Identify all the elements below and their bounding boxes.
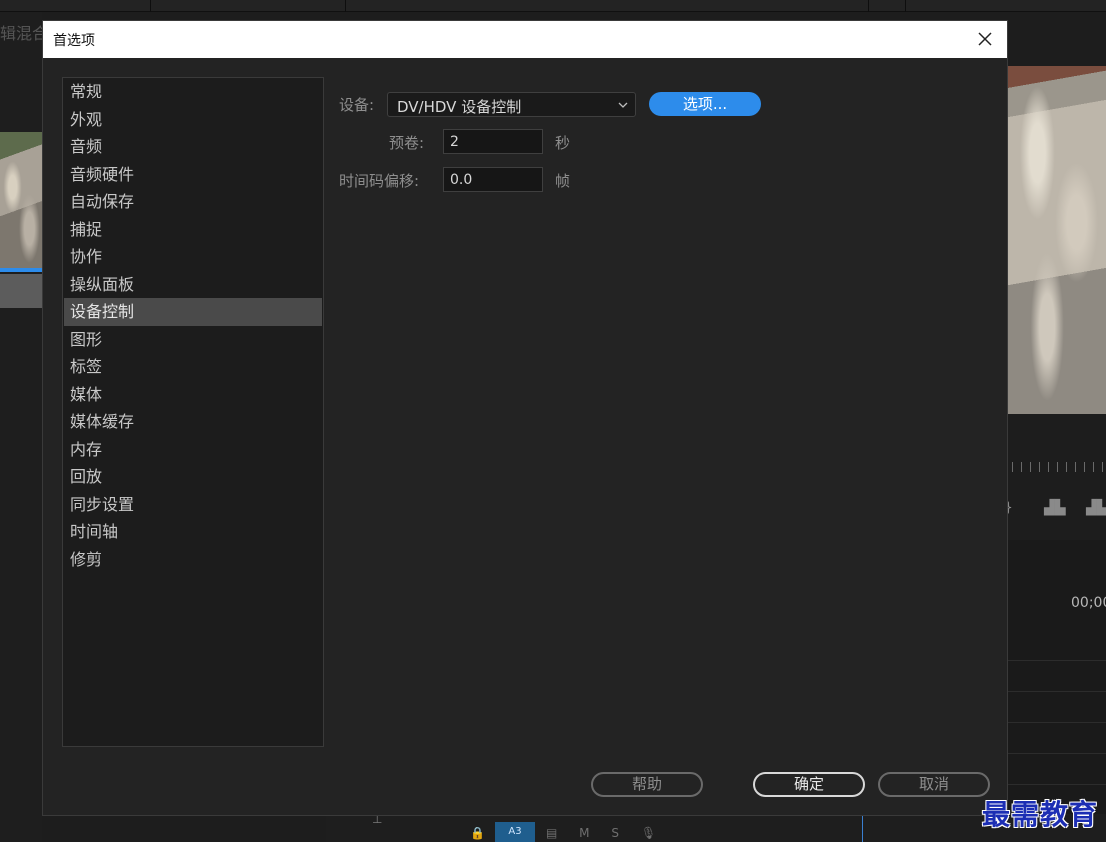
- chevron-down-icon: [618, 102, 628, 108]
- device-label: 设备:: [339, 96, 375, 114]
- dialog-title: 首选项: [53, 33, 95, 49]
- lift-icon[interactable]: ▟▙: [1044, 500, 1066, 518]
- category-memory[interactable]: 内存: [64, 436, 322, 464]
- category-timeline[interactable]: 时间轴: [64, 518, 322, 546]
- top-bar-divider: [150, 0, 151, 12]
- category-list: 常规 外观 音频 音频硬件 自动保存 捕捉 协作 操纵面板 设备控制 图形 标签…: [62, 77, 324, 747]
- category-general[interactable]: 常规: [64, 78, 322, 106]
- background-clip-thumbnail[interactable]: [0, 132, 42, 270]
- lock-icon[interactable]: 🔒: [470, 826, 485, 840]
- track-header-icons-right: ▤ M S 🎙: [546, 826, 674, 840]
- app-top-bar: [0, 0, 1106, 12]
- preroll-unit: 秒: [555, 134, 571, 152]
- track-settings-icon[interactable]: ▤: [546, 826, 557, 840]
- solo-track-button[interactable]: S: [611, 826, 619, 840]
- category-capture[interactable]: 捕捉: [64, 216, 322, 244]
- category-auto-save[interactable]: 自动保存: [64, 188, 322, 216]
- preroll-input[interactable]: [443, 129, 543, 154]
- category-device-control[interactable]: 设备控制: [64, 298, 322, 326]
- close-icon: [978, 32, 992, 46]
- program-monitor-controls: } ▟▙ ▟▙: [1004, 500, 1106, 520]
- track-a3-toggle[interactable]: A3: [495, 822, 535, 842]
- device-options-button[interactable]: 选项...: [649, 92, 761, 116]
- category-graphics[interactable]: 图形: [64, 326, 322, 354]
- category-playback[interactable]: 回放: [64, 463, 322, 491]
- watermark-text: 最需教育: [982, 798, 1099, 831]
- category-audio-hardware[interactable]: 音频硬件: [64, 161, 322, 189]
- program-monitor-ruler[interactable]: [1012, 462, 1106, 472]
- timecode-offset-input[interactable]: [443, 167, 543, 192]
- ok-button[interactable]: 确定: [753, 772, 865, 797]
- category-collaboration[interactable]: 协作: [64, 243, 322, 271]
- timecode-offset-unit: 帧: [555, 172, 571, 190]
- playhead-line[interactable]: [862, 814, 863, 842]
- background-grey-block: [0, 274, 42, 308]
- top-bar-divider: [868, 0, 869, 12]
- category-trim[interactable]: 修剪: [64, 546, 322, 574]
- category-media[interactable]: 媒体: [64, 381, 322, 409]
- mute-track-button[interactable]: M: [579, 826, 589, 840]
- microphone-icon[interactable]: 🎙: [641, 826, 656, 840]
- category-media-cache[interactable]: 媒体缓存: [64, 408, 322, 436]
- dialog-titlebar: 首选项: [43, 21, 1007, 58]
- category-audio[interactable]: 音频: [64, 133, 322, 161]
- background-selection-bar: [0, 268, 42, 272]
- device-select-value: DV/HDV 设备控制: [397, 98, 522, 116]
- top-bar-divider: [345, 0, 346, 12]
- preferences-dialog: 首选项 常规 外观 音频 音频硬件 自动保存 捕捉 协作 操纵面板 设备控制 图…: [42, 20, 1008, 816]
- extract-icon[interactable]: ▟▙: [1086, 500, 1106, 518]
- preroll-label: 预卷:: [389, 134, 425, 152]
- top-bar-divider: [905, 0, 906, 12]
- timeline-track-lines: [1008, 630, 1106, 790]
- category-control-surface[interactable]: 操纵面板: [64, 271, 322, 299]
- timeline-timecode[interactable]: 00;00: [1071, 595, 1106, 611]
- background-panel-tab[interactable]: 辑混合: [0, 20, 48, 44]
- timecode-offset-label: 时间码偏移:: [339, 172, 420, 190]
- program-monitor-video: [1008, 66, 1106, 414]
- category-appearance[interactable]: 外观: [64, 106, 322, 134]
- help-button[interactable]: 帮助: [591, 772, 703, 797]
- category-labels[interactable]: 标签: [64, 353, 322, 381]
- category-sync-settings[interactable]: 同步设置: [64, 491, 322, 519]
- cancel-button[interactable]: 取消: [878, 772, 990, 797]
- close-button[interactable]: [975, 29, 995, 49]
- device-select[interactable]: DV/HDV 设备控制: [387, 92, 636, 117]
